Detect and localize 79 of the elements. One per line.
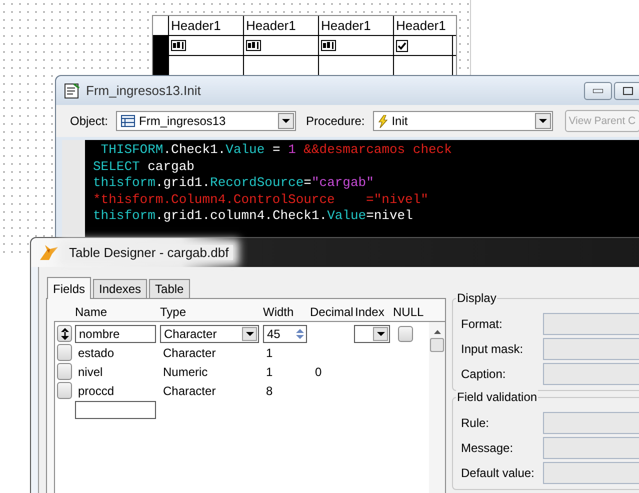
input-field[interactable] <box>543 412 639 434</box>
index-dropdown[interactable] <box>354 324 390 342</box>
fox-icon <box>39 244 59 260</box>
input-field[interactable] <box>543 462 639 484</box>
window-title: Frm_ingresos13.Init <box>86 83 201 98</box>
null-checkbox[interactable] <box>398 326 412 342</box>
window-title: Table Designer - cargab.dbf <box>65 245 233 260</box>
tab[interactable]: Table <box>149 279 190 298</box>
table-cell-text: estado <box>77 344 116 362</box>
dropdown-icon <box>282 119 290 123</box>
table-cell-text: Character <box>162 382 217 400</box>
input-field[interactable] <box>543 436 639 458</box>
column-header: Type <box>160 305 188 319</box>
table-cell-text: 1 <box>265 364 274 380</box>
grid-control[interactable]: Header1 Header1 Header1 Header1 <box>152 15 457 77</box>
scroll-thumb[interactable] <box>430 338 444 352</box>
minimize-icon <box>593 88 603 92</box>
form-icon <box>121 115 136 127</box>
field-label: Input mask: <box>461 342 524 356</box>
input-field[interactable] <box>543 338 639 360</box>
table-cell-text: nivel <box>77 364 104 380</box>
column-header: Header1 <box>395 17 447 35</box>
table-cell-text: Numeric <box>162 364 209 380</box>
field-label: Caption: <box>461 366 507 380</box>
field-label: Default value: <box>461 466 536 480</box>
dropdown-icon <box>376 332 384 336</box>
field-label: Rule: <box>461 416 490 430</box>
type-dropdown[interactable]: Character <box>160 324 259 342</box>
column-header: Decimal <box>310 305 354 319</box>
width-spinner[interactable]: 45 <box>263 324 307 342</box>
table-cell-text: proccd <box>77 382 116 400</box>
textbox-icon <box>246 40 261 51</box>
code-line: THISFORM.Check1.Value = 1 &&desmarcamos check <box>100 142 452 158</box>
lightning-icon <box>378 114 388 128</box>
scroll-up-icon <box>434 330 440 334</box>
column-header: Name <box>75 305 108 319</box>
name-field[interactable]: nombre <box>75 324 156 342</box>
column-header: Index <box>355 305 386 319</box>
code-line: thisform.grid1.RecordSource="cargab" <box>93 175 375 192</box>
column-header: Header1 <box>244 16 319 35</box>
code-file-icon <box>64 82 80 98</box>
maximize-button[interactable] <box>614 82 639 100</box>
textbox-icon <box>321 40 336 51</box>
table-cell-text: 8 <box>265 382 274 400</box>
textbox-icon <box>171 40 186 51</box>
row-indicator <box>153 56 169 75</box>
object-dropdown[interactable]: Frm_ingresos13 <box>116 111 296 131</box>
code-line: *thisform.Column4.ControlSource ="nivel" <box>93 192 430 208</box>
scrollbar[interactable] <box>429 322 445 493</box>
input-field[interactable] <box>543 362 639 384</box>
column-header: Header1 <box>169 16 244 35</box>
tab[interactable]: Indexes <box>93 279 148 298</box>
updown-arrow-icon <box>60 328 68 340</box>
procedure-dropdown[interactable]: Init <box>372 111 553 131</box>
code-line: thisform.grid1.column4.Check1.Value=nivel <box>93 208 414 224</box>
row-mover-button[interactable] <box>57 325 72 342</box>
column-header: Header1 <box>319 16 394 35</box>
table-cell-text: 1 <box>265 344 274 362</box>
field-label: Format: <box>461 316 504 330</box>
minimize-button[interactable] <box>584 82 612 100</box>
code-line: SELECT cargab <box>93 158 196 175</box>
maximize-icon <box>623 86 633 94</box>
column-header: Width <box>263 305 295 319</box>
table-cell-text: Character <box>162 344 217 362</box>
new-name-field[interactable] <box>75 400 156 418</box>
object-label: Object: <box>70 114 108 128</box>
procedure-label: Procedure: <box>306 114 365 128</box>
field-label: Message: <box>461 440 514 454</box>
tab[interactable]: Fields <box>47 277 92 299</box>
row-indicator <box>153 36 169 55</box>
dropdown-icon <box>246 332 254 336</box>
group-title: Display <box>456 291 498 305</box>
spinner-arrows-icon <box>294 326 306 340</box>
checkbox-icon <box>396 40 408 52</box>
dropdown-icon <box>538 119 547 123</box>
column-header: NULL <box>393 305 425 319</box>
table-cell: 0 <box>315 364 322 378</box>
group-title: Field validation <box>456 390 538 404</box>
input-field[interactable] <box>543 312 639 334</box>
